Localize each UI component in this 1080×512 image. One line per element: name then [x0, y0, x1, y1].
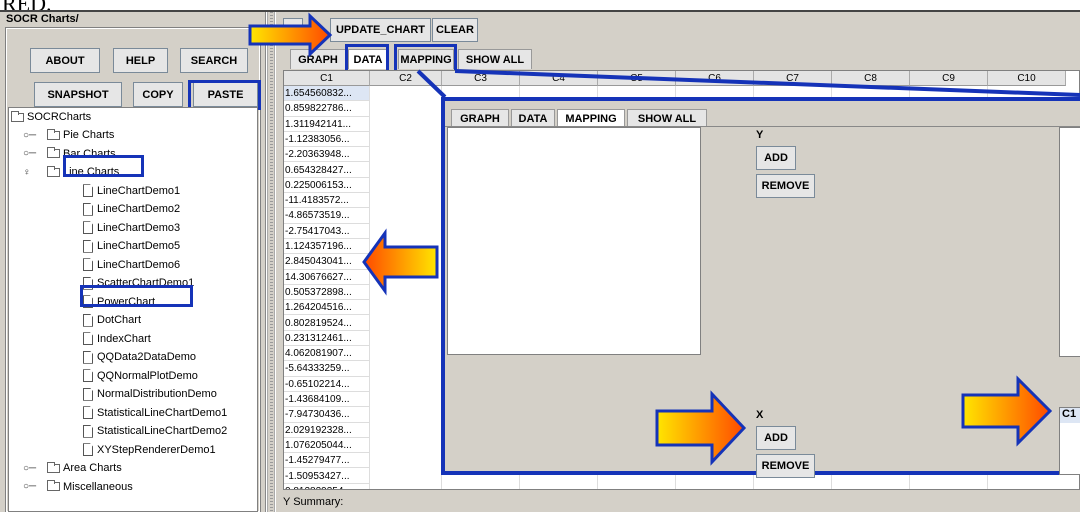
- arrow-to-x-add-icon: [655, 390, 747, 466]
- annotation-arrows: [248, 12, 1053, 466]
- arrow-to-data-column-icon: [362, 228, 439, 296]
- arrow-to-update-icon: [248, 12, 333, 58]
- arrow-to-mapped-column-icon: [961, 375, 1053, 447]
